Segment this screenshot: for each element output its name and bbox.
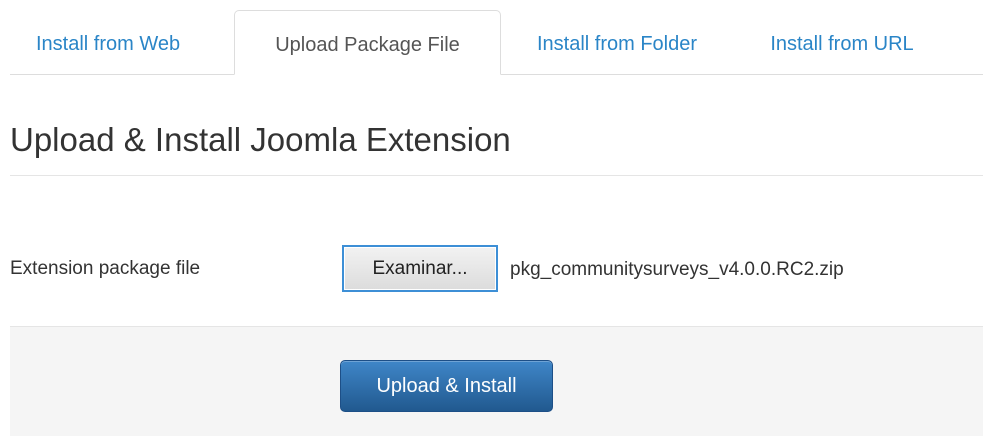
extension-package-label: Extension package file (10, 258, 201, 279)
tab-install-from-url[interactable]: Install from URL (733, 10, 951, 74)
tab-upload-package-file[interactable]: Upload Package File (234, 10, 501, 75)
tab-install-from-web[interactable]: Install from Web (10, 10, 232, 74)
title-divider (10, 175, 983, 176)
upload-install-button[interactable]: Upload & Install (340, 360, 553, 412)
tab-install-from-folder[interactable]: Install from Folder (501, 10, 733, 74)
page-title: Upload & Install Joomla Extension (10, 121, 511, 158)
browse-file-button[interactable]: Examinar... (342, 245, 498, 292)
install-tabs: Install from Web Upload Package File Ins… (10, 0, 983, 75)
form-actions: Upload & Install (10, 326, 983, 436)
selected-file-name: pkg_communitysurveys_v4.0.0.RC2.zip (510, 259, 844, 280)
